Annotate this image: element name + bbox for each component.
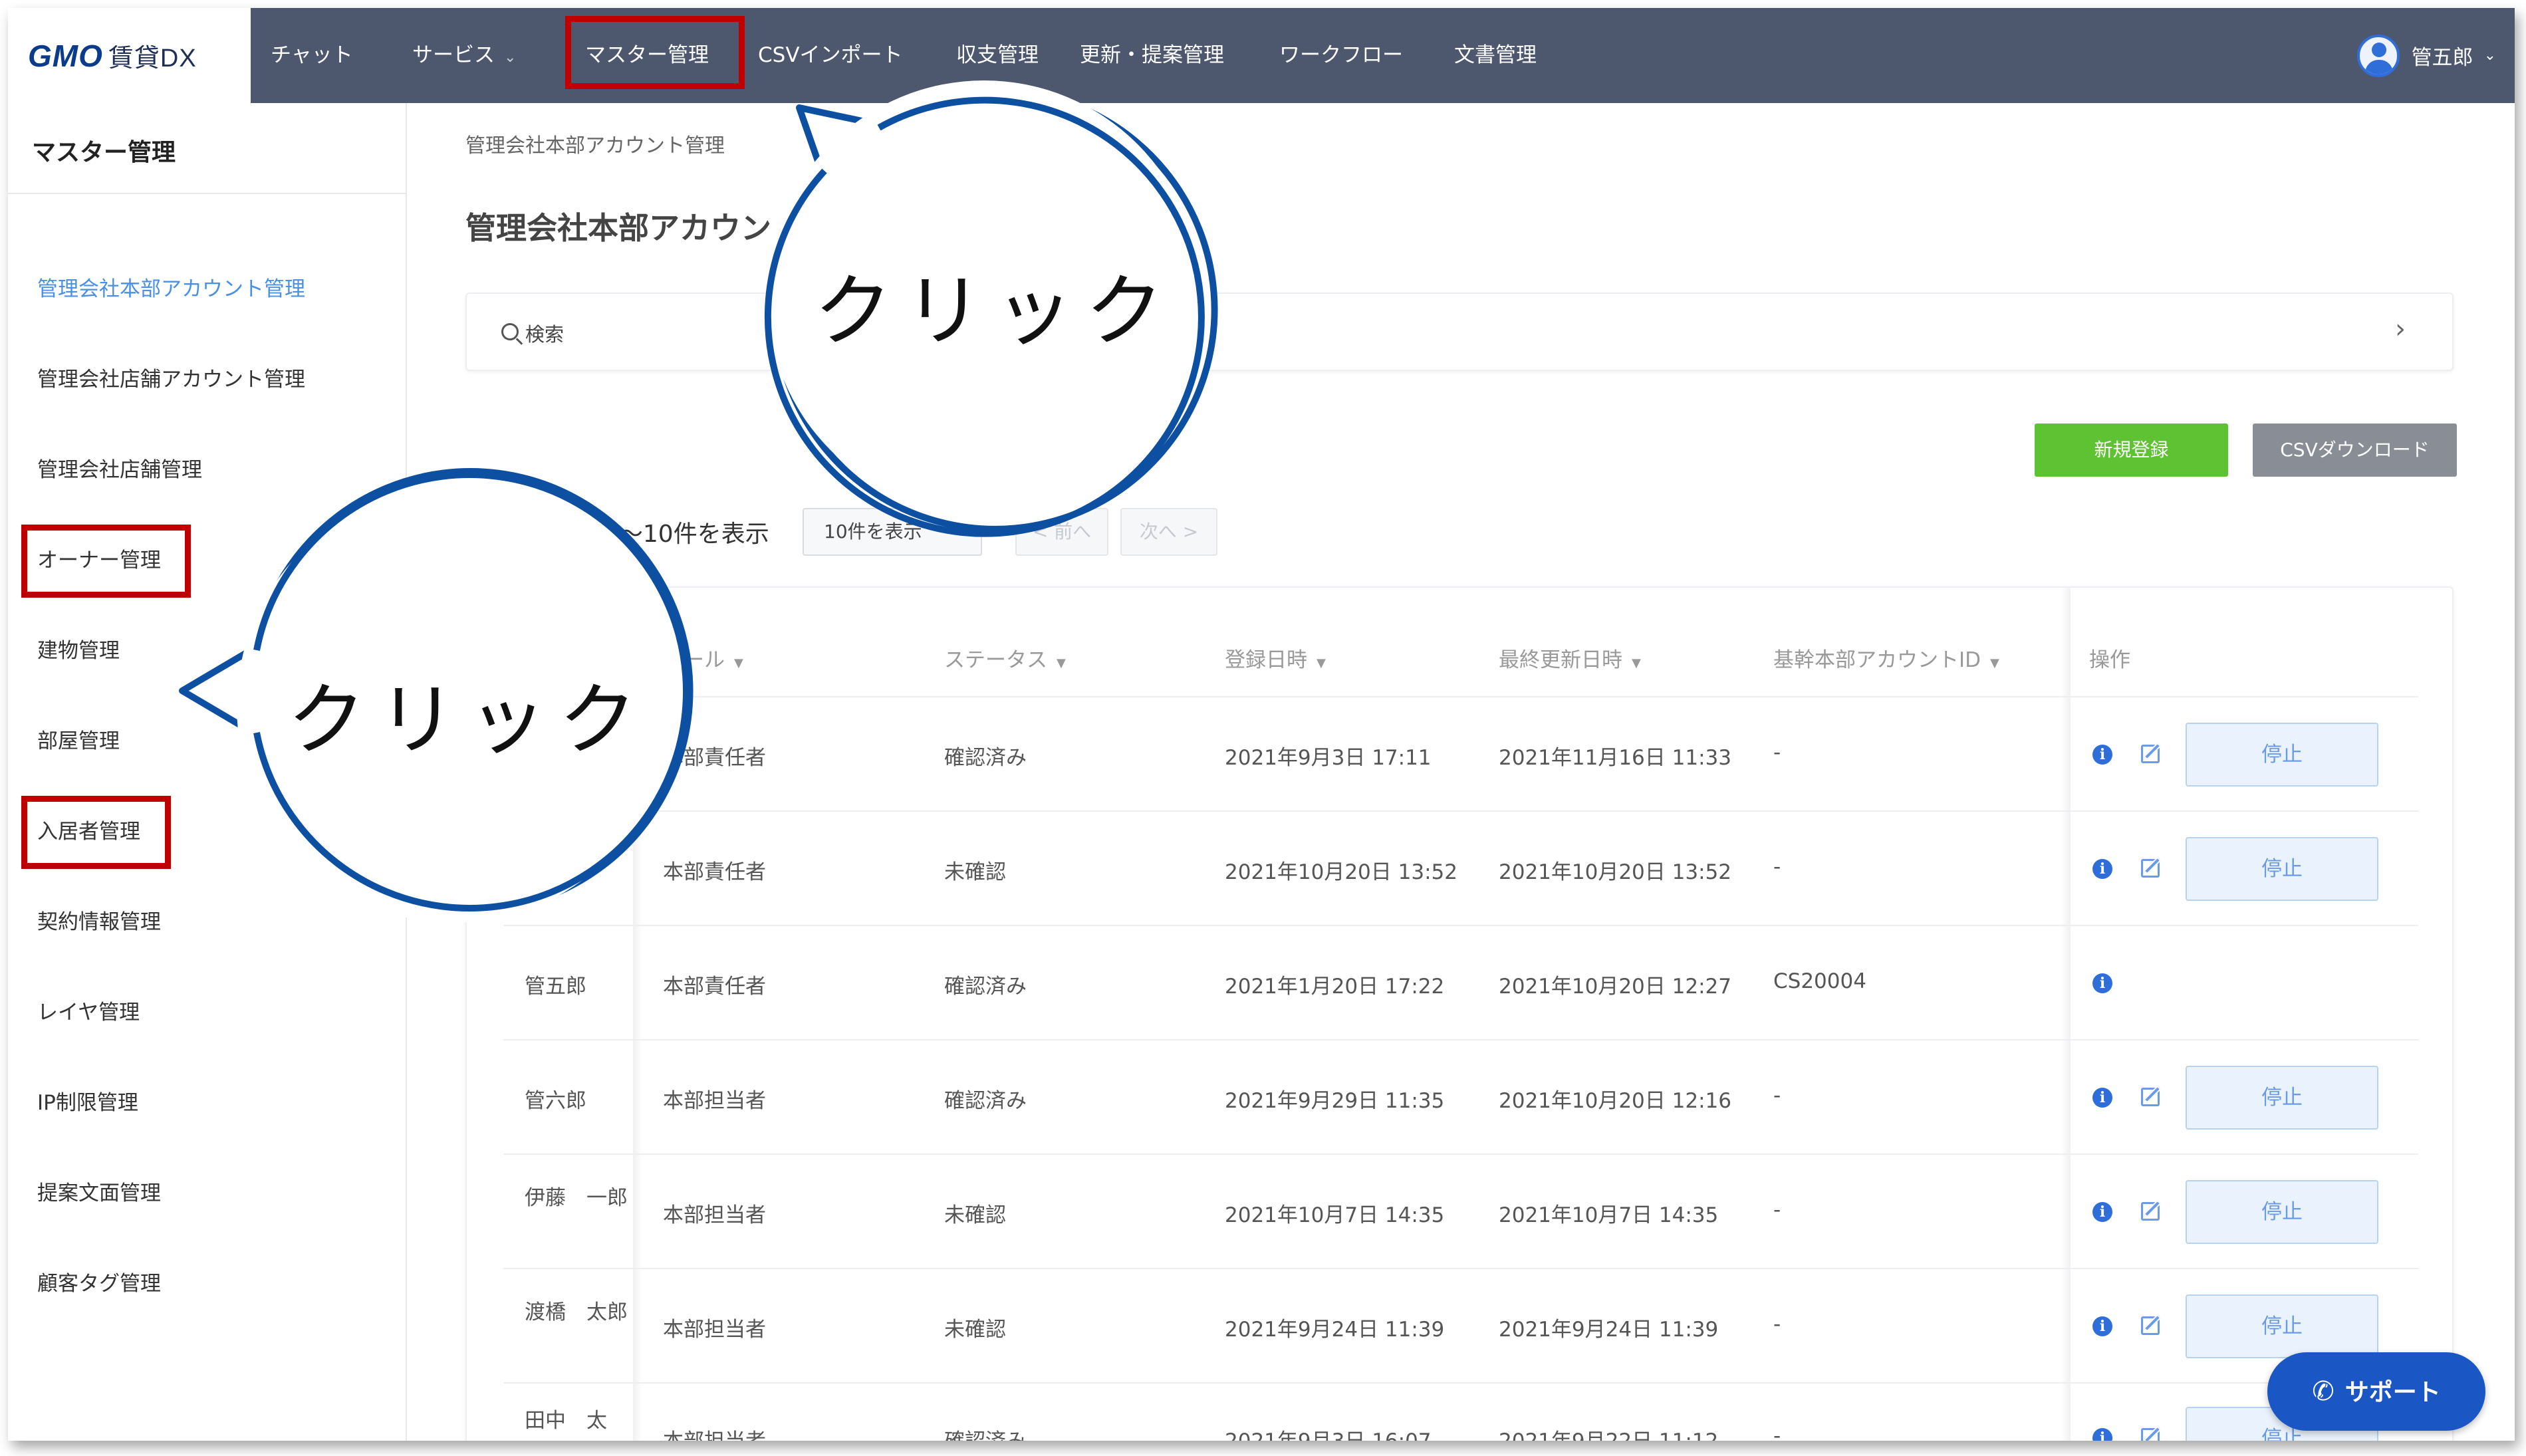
support-label: サポート: [2344, 1379, 2441, 1406]
callout-text-left: クリック: [287, 674, 650, 766]
support-button[interactable]: ✆ サポート: [2267, 1352, 2485, 1431]
phone-icon: ✆: [2312, 1376, 2335, 1407]
app-window: GMO 賃貸DX チャット サービス ⌄ マスター管理 CSVインポート 収支管理 …: [8, 8, 2515, 1441]
